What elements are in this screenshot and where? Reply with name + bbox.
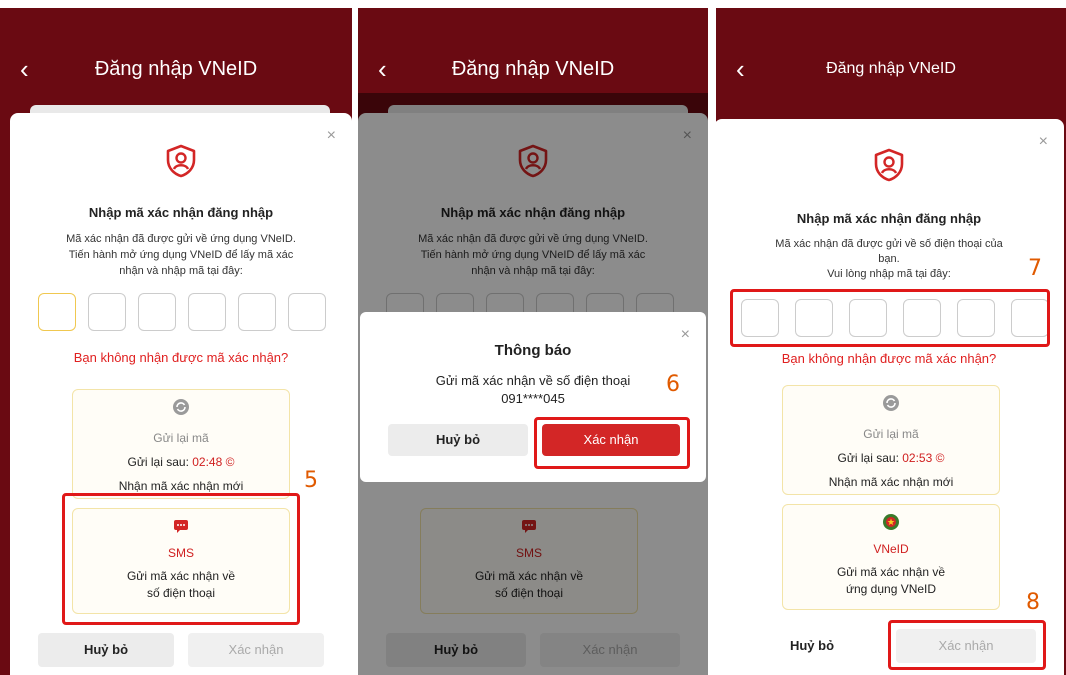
app-header: ‹ Đăng nhập VNeID [716, 8, 1066, 93]
step-8-highlight [888, 620, 1046, 670]
app-header: ‹ Đăng nhập VNeID [358, 8, 708, 93]
resend-timer: Gửi lại sau: 02:53 © [837, 451, 945, 465]
sheet-title: Nhập mã xác nhận đăng nhập [796, 211, 982, 226]
vneid-description: Gửi mã xác nhận về ứng dụng VNeID [836, 565, 946, 596]
shield-user-icon [874, 148, 904, 182]
refresh-icon [883, 395, 899, 411]
sheet-description: Mã xác nhận đã được gửi về ứng dụng VNeI… [66, 233, 296, 277]
otp-digit-5[interactable] [238, 293, 276, 331]
vneid-label: VNeID [873, 542, 909, 556]
clock-icon: © [935, 451, 945, 465]
no-code-link[interactable]: Bạn không nhận được mã xác nhận? [10, 350, 352, 365]
otp-digit-2[interactable] [88, 293, 126, 331]
screen-enter-code: ‹ Đăng nhập VNeID × Nhập mã xác nhận đăn… [716, 8, 1066, 675]
dialog-title: Thông báo [494, 342, 572, 359]
resend-label: Gửi lại mã [153, 431, 209, 445]
cancel-button[interactable]: Huỷ bỏ [742, 629, 882, 663]
app-header: ‹ Đăng nhập VNeID [0, 8, 352, 93]
vneid-emblem-icon [883, 514, 899, 530]
close-icon[interactable]: × [327, 127, 336, 145]
screen-sms-option: ‹ Đăng nhập VNeID × Nhập mã xác nhận đăn… [0, 8, 352, 675]
shield-user-icon [166, 144, 196, 178]
resend-card[interactable]: Gửi lại mã Gửi lại sau: 02:53 © Nhận mã … [782, 385, 1000, 495]
sheet-title: Nhập mã xác nhận đăng nhập [88, 205, 274, 220]
otp-digit-3[interactable] [138, 293, 176, 331]
otp-digit-4[interactable] [188, 293, 226, 331]
header-title: Đăng nhập VNeID [451, 58, 615, 80]
confirm-button[interactable]: Xác nhận [188, 633, 324, 667]
step-8-number: 8 [1026, 590, 1040, 615]
otp-digit-1[interactable] [38, 293, 76, 331]
resend-timer: Gửi lại sau: 02:48 © [127, 455, 235, 469]
resend-card[interactable]: Gửi lại mã Gửi lại sau: 02:48 © Nhận mã … [72, 389, 290, 499]
otp-inputs[interactable] [38, 293, 326, 331]
refresh-icon [173, 399, 189, 415]
step-5-number: 5 [304, 468, 318, 493]
dialog-cancel-button[interactable]: Huỷ bỏ [388, 424, 528, 456]
action-buttons: Huỷ bỏ Xác nhận [38, 633, 324, 667]
header-title: Đăng nhập VNeID [94, 58, 258, 80]
vneid-option-card[interactable]: VNeID Gửi mã xác nhận về ứng dụng VNeID [782, 504, 1000, 610]
no-code-link[interactable]: Bạn không nhận được mã xác nhận? [716, 351, 1064, 366]
otp-digit-6[interactable] [288, 293, 326, 331]
cancel-button[interactable]: Huỷ bỏ [38, 633, 174, 667]
new-code-label: Nhận mã xác nhận mới [828, 475, 954, 489]
resend-label: Gửi lại mã [863, 427, 919, 441]
step-7-highlight [730, 289, 1050, 347]
step-6-number: 6 [666, 372, 680, 397]
otp-sheet: × Nhập mã xác nhận đăng nhập Mã xác nhận… [716, 119, 1064, 675]
new-code-label: Nhận mã xác nhận mới [118, 479, 244, 493]
clock-icon: © [225, 455, 235, 469]
screen-confirm-dialog: ‹ Đăng nhập VNeID × Nhập mã xác nhận đăn… [358, 8, 708, 675]
header-title: Đăng nhập VNeID [826, 60, 956, 77]
close-icon[interactable]: × [1039, 133, 1048, 151]
step-5-highlight [62, 493, 300, 625]
step-6-highlight [534, 417, 690, 469]
sheet-description: Mã xác nhận đã được gửi về số điện thoại… [775, 238, 1003, 280]
step-7-number: 7 [1028, 256, 1042, 281]
dialog-text: Gửi mã xác nhận về số điện thoại 091****… [435, 373, 631, 406]
